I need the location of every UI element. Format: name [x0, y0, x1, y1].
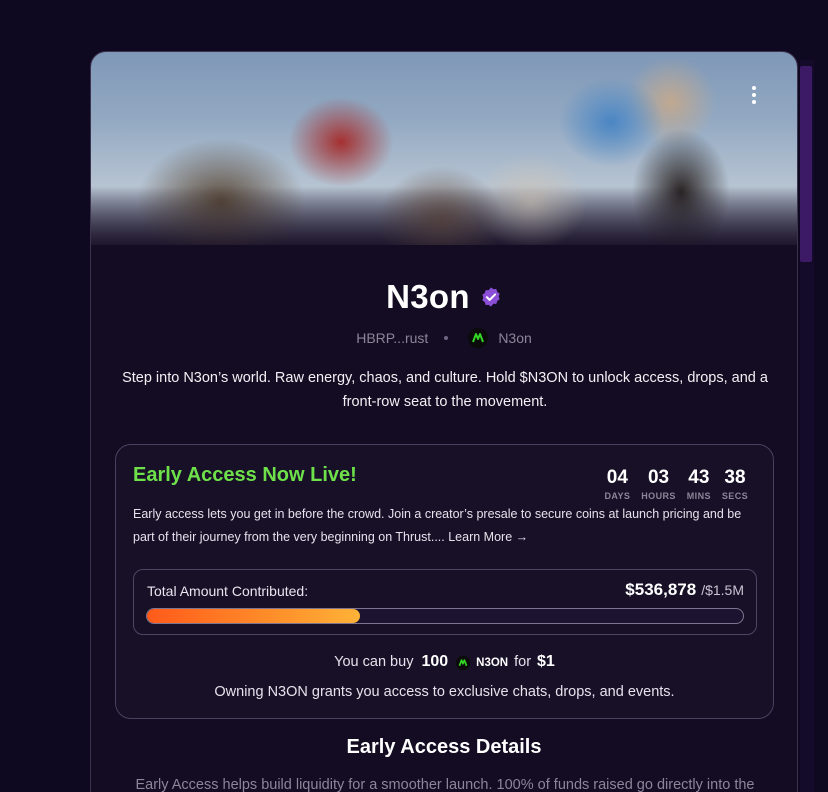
- buy-amount: 100: [421, 653, 449, 670]
- progress-bar-fill: [147, 609, 361, 623]
- countdown-label: SECS: [721, 491, 748, 501]
- countdown-label: DAYS: [604, 491, 631, 501]
- countdown-value: 04: [606, 467, 628, 488]
- details-text: Early Access helps build liquidity for a…: [135, 777, 755, 792]
- buy-prefix: You can buy: [334, 654, 414, 670]
- token-title: N3on: [386, 278, 470, 315]
- countdown-timer: 04 DAYS 03 HOURS 43 MINS 38 SECS: [604, 467, 748, 502]
- countdown-value: 03: [647, 467, 670, 488]
- early-access-title: Early Access Now Live!: [133, 464, 357, 486]
- buy-for: for: [514, 654, 532, 670]
- early-access-description: Early access lets you get in before the …: [133, 503, 763, 549]
- token-meta: HBRP...rust N3on: [91, 328, 797, 348]
- owning-benefits: Owning N3ON grants you access to exclusi…: [214, 684, 675, 700]
- title-row: N3on: [91, 278, 797, 316]
- buy-price: $1: [537, 653, 555, 670]
- countdown-label: MINS: [686, 491, 711, 501]
- countdown-secs: 38 SECS: [721, 467, 748, 502]
- banner-image: [91, 52, 797, 245]
- contribution-amount: $536,878 /$1.5M: [625, 580, 744, 600]
- token-card: N3on HBRP...rust N3on Step into N3on’s w…: [90, 51, 798, 792]
- n3on-logo-icon: [468, 328, 489, 348]
- countdown-mins: 43 MINS: [686, 467, 711, 502]
- creator-name[interactable]: N3on: [498, 330, 531, 346]
- countdown-value: 38: [724, 467, 746, 488]
- more-vertical-icon[interactable]: [749, 86, 759, 104]
- countdown-value: 43: [688, 467, 710, 488]
- verified-badge-icon: [482, 287, 500, 307]
- page: N3on HBRP...rust N3on Step into N3on’s w…: [0, 0, 828, 792]
- progress-bar: [146, 608, 744, 624]
- separator-dot: [444, 336, 449, 340]
- contribution-box: Total Amount Contributed: $536,878 /$1.5…: [133, 569, 757, 635]
- details-heading: Early Access Details: [346, 736, 542, 758]
- countdown-days: 04 DAYS: [604, 467, 631, 502]
- token-address[interactable]: HBRP...rust: [356, 330, 428, 346]
- banner-shade: [91, 185, 797, 245]
- countdown-label: HOURS: [641, 491, 676, 501]
- buy-rate: You can buy 100 N3ON for $1: [116, 653, 773, 671]
- amount-goal: /$1.5M: [701, 582, 744, 598]
- buy-ticker: N3ON: [476, 657, 509, 669]
- amount-raised: $536,878: [625, 580, 697, 599]
- token-description: Step into N3on’s world. Raw energy, chao…: [122, 370, 768, 410]
- learn-more-link[interactable]: Learn More →: [448, 530, 528, 544]
- countdown-hours: 03 HOURS: [641, 467, 676, 502]
- contribution-label: Total Amount Contributed:: [147, 583, 309, 599]
- n3on-logo-icon: [456, 656, 471, 670]
- early-access-panel: Early Access Now Live! 04 DAYS 03 HOURS …: [115, 444, 774, 719]
- scrollbar-thumb[interactable]: [800, 66, 812, 262]
- early-access-text: Early access lets you get in before the …: [133, 507, 742, 544]
